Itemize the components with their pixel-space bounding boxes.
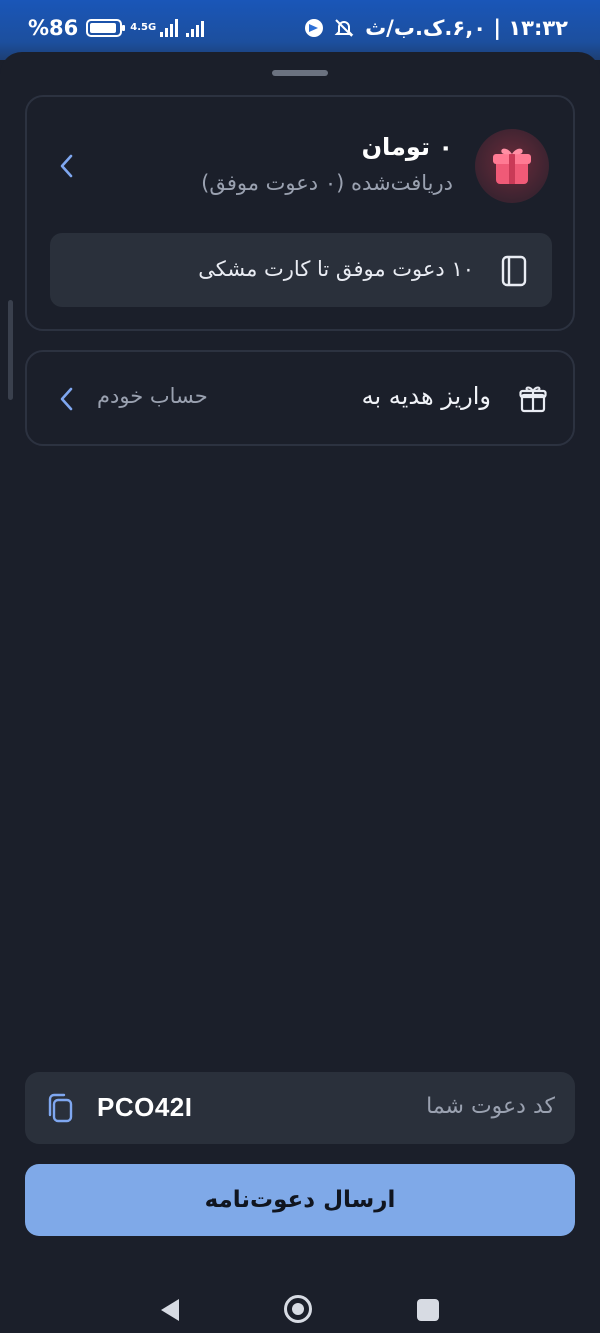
status-time-date: ۱۳:۳۲ | ۶,۰.ک.ب/ث (365, 16, 568, 40)
recent-apps-icon[interactable] (417, 1299, 439, 1321)
back-icon[interactable] (158, 1296, 182, 1324)
progress-box: ۱۰ دعوت موفق تا کارت مشکی (50, 233, 552, 307)
invite-code-field[interactable]: کد دعوت شما PCO42I (25, 1072, 575, 1144)
status-left: %86 4.5G (28, 16, 205, 40)
deposit-card[interactable]: واریز هدیه به حساب خودم (25, 350, 575, 446)
reward-subtitle: دریافت‌شده (۰ دعوت موفق) (201, 171, 453, 195)
reward-card[interactable]: ۰ تومان دریافت‌شده (۰ دعوت موفق) ۱۰ دعوت… (25, 95, 575, 331)
bottom-sheet: ۰ تومان دریافت‌شده (۰ دعوت موفق) ۱۰ دعوت… (0, 52, 600, 1333)
drag-handle[interactable] (272, 70, 328, 76)
status-right: ۱۳:۳۲ | ۶,۰.ک.ب/ث (305, 16, 568, 40)
screen: ۱۳:۳۲ | ۶,۰.ک.ب/ث %86 4.5G ۰ تومان دریاف… (0, 0, 600, 1333)
send-invitation-button[interactable]: ارسال دعوت‌نامه (25, 1164, 575, 1236)
scroll-indicator (8, 300, 13, 400)
battery-percent: %86 (28, 16, 79, 40)
reward-amount: ۰ تومان (361, 133, 453, 161)
chevron-left-icon[interactable] (59, 153, 75, 179)
invite-code-label: کد دعوت شما (426, 1094, 555, 1119)
invite-code-value[interactable]: PCO42I (97, 1092, 193, 1123)
status-bar: ۱۳:۳۲ | ۶,۰.ک.ب/ث %86 4.5G (0, 0, 600, 60)
gift-icon (475, 129, 549, 203)
navigation-bar (0, 1294, 600, 1333)
telegram-icon (305, 19, 324, 37)
signal-icon (160, 19, 179, 37)
network-type: 4.5G (130, 22, 157, 33)
progress-text: ۱۰ دعوت موفق تا کارت مشکی (198, 257, 474, 281)
chevron-left-icon[interactable] (59, 386, 75, 412)
copy-icon[interactable] (45, 1092, 75, 1124)
send-invitation-label: ارسال دعوت‌نامه (204, 1187, 396, 1213)
battery-icon (86, 19, 126, 37)
card-icon (501, 255, 527, 287)
home-icon[interactable] (283, 1294, 313, 1324)
deposit-value: حساب خودم (97, 384, 208, 408)
bell-off-icon (334, 19, 354, 37)
deposit-title: واریز هدیه به (361, 382, 491, 410)
signal-icon-2 (186, 19, 205, 37)
gift-outline-icon (519, 386, 547, 413)
